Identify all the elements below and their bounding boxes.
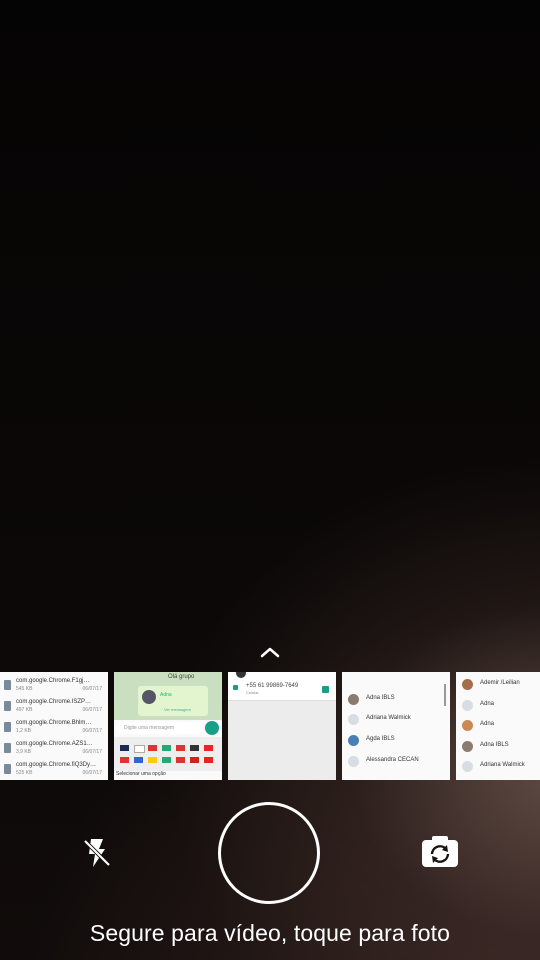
contact-name: Adna (480, 721, 495, 727)
avatar (462, 720, 473, 731)
file-size: 1,2 KB (16, 728, 32, 734)
flag-icon (120, 757, 129, 763)
avatar (348, 714, 359, 725)
gallery-thumbnail-3[interactable]: +55 61 99869-7649 Celular (228, 672, 336, 780)
avatar (462, 700, 473, 711)
list-item: Adriana Walmick (460, 758, 540, 776)
avatar (348, 735, 359, 746)
file-date: 06/07/17 (82, 749, 102, 755)
gallery-strip: com.google.Chrome.F1gj… 545 KB 06/07/17 … (0, 672, 540, 780)
phone-number: +55 61 99869-7649 (246, 683, 299, 689)
list-item: Adna IBLS (460, 738, 540, 756)
avatar (462, 761, 473, 772)
flag-icon (148, 757, 157, 763)
avatar (348, 694, 359, 705)
chat-option-text: Selecionar uma opção (116, 771, 166, 777)
avatar (236, 672, 246, 678)
list-item: Alessandra CECAN (346, 753, 446, 771)
file-icon (4, 743, 11, 753)
file-size: 545 KB (16, 686, 33, 692)
flag-icon (190, 745, 199, 751)
file-name: com.google.Chrome.F1gj… (16, 678, 90, 684)
list-item: com.google.Chrome.ISZP… 497 KB 06/07/17 (4, 698, 104, 716)
list-item: Adna (460, 717, 540, 735)
flag-icon (190, 757, 199, 763)
file-icon (4, 722, 11, 732)
file-name: com.google.Chrome.Bhlm… (16, 720, 92, 726)
contact-name: Agda IBLS (366, 736, 395, 742)
file-date: 06/07/17 (82, 770, 102, 776)
file-name: com.google.Chrome.fiQ3Dy… (16, 762, 97, 768)
send-icon (205, 721, 219, 735)
list-item: Adriana Walmick (346, 711, 446, 729)
flag-icon (176, 745, 185, 751)
flag-icon (162, 757, 171, 763)
file-size: 525 KB (16, 770, 33, 776)
file-size: 497 KB (16, 707, 33, 713)
switch-camera-icon[interactable] (420, 834, 460, 870)
avatar (142, 690, 156, 704)
list-item: com.google.Chrome.Bhlm… 1,2 KB 06/07/17 (4, 719, 104, 737)
list-item: com.google.Chrome.F1gj… 545 KB 06/07/17 (4, 677, 104, 695)
chat-sender-name: Adna (160, 692, 172, 698)
flag-icon (204, 757, 213, 763)
camera-viewfinder[interactable] (0, 0, 540, 640)
flash-off-icon[interactable] (80, 836, 114, 870)
camera-screen: com.google.Chrome.F1gj… 545 KB 06/07/17 … (0, 0, 540, 960)
file-icon (4, 680, 11, 690)
flag-icon (162, 745, 171, 751)
contact-name: Adna IBLS (480, 742, 509, 748)
checkbox-icon (322, 686, 329, 693)
chevron-up-icon[interactable] (259, 644, 281, 660)
contact-body (228, 701, 336, 780)
phone-type: Celular (246, 690, 259, 695)
list-item: Agda IBLS (346, 732, 446, 750)
file-date: 06/07/17 (82, 707, 102, 713)
gallery-thumbnail-5[interactable]: Ademir /Leilian Adna Adna Adna IBLS Adri… (456, 672, 540, 780)
gallery-thumbnail-4[interactable]: Adna IBLS Adriana Walmick Agda IBLS Ales… (342, 672, 450, 780)
chat-link: Ver mensagem (164, 707, 191, 712)
shutter-button[interactable] (218, 802, 320, 904)
flag-icon (204, 745, 213, 751)
contact-name: Adna (480, 701, 495, 707)
contact-name: Adriana Walmick (366, 715, 411, 721)
phone-icon (233, 685, 238, 690)
flag-icon (120, 745, 129, 751)
gallery-thumbnail-2[interactable]: Olá grupo Adna Ver mensagem Digite uma m… (114, 672, 222, 780)
contact-header: +55 61 99869-7649 Celular (228, 672, 336, 701)
list-item: Adna (460, 697, 540, 715)
contact-name: Ademir /Leilian (480, 680, 520, 686)
capture-hint: Segure para vídeo, toque para foto (89, 920, 451, 946)
gallery-thumbnail-1[interactable]: com.google.Chrome.F1gj… 545 KB 06/07/17 … (0, 672, 108, 780)
message-placeholder: Digite uma mensagem (124, 725, 175, 731)
contact-name: Alessandra CECAN (366, 757, 419, 763)
emoji-keyboard (114, 737, 222, 771)
file-icon (4, 701, 11, 711)
contact-name: Adna IBLS (366, 695, 395, 701)
flag-icon (176, 757, 185, 763)
file-date: 06/07/17 (82, 686, 102, 692)
list-item: Adna IBLS (346, 691, 446, 709)
list-item: com.google.Chrome.fiQ3Dy… 525 KB 06/07/1… (4, 761, 104, 779)
avatar (348, 756, 359, 767)
file-date: 06/07/17 (82, 728, 102, 734)
message-input: Digite uma mensagem (116, 722, 202, 734)
contact-name: Adriana Walmick (480, 762, 525, 768)
list-item: Ademir /Leilian (460, 676, 540, 694)
flag-icon (134, 745, 145, 753)
flag-icon (134, 757, 143, 763)
file-name: com.google.Chrome.ISZP… (16, 699, 92, 705)
file-name: com.google.Chrome.AZS1… (16, 741, 93, 747)
file-icon (4, 764, 11, 774)
chat-message-text: Olá grupo (168, 674, 195, 680)
avatar (462, 679, 473, 690)
avatar (462, 741, 473, 752)
flag-icon (148, 745, 157, 751)
list-item: com.google.Chrome.AZS1… 3,9 KB 06/07/17 (4, 740, 104, 758)
file-size: 3,9 KB (16, 749, 32, 755)
